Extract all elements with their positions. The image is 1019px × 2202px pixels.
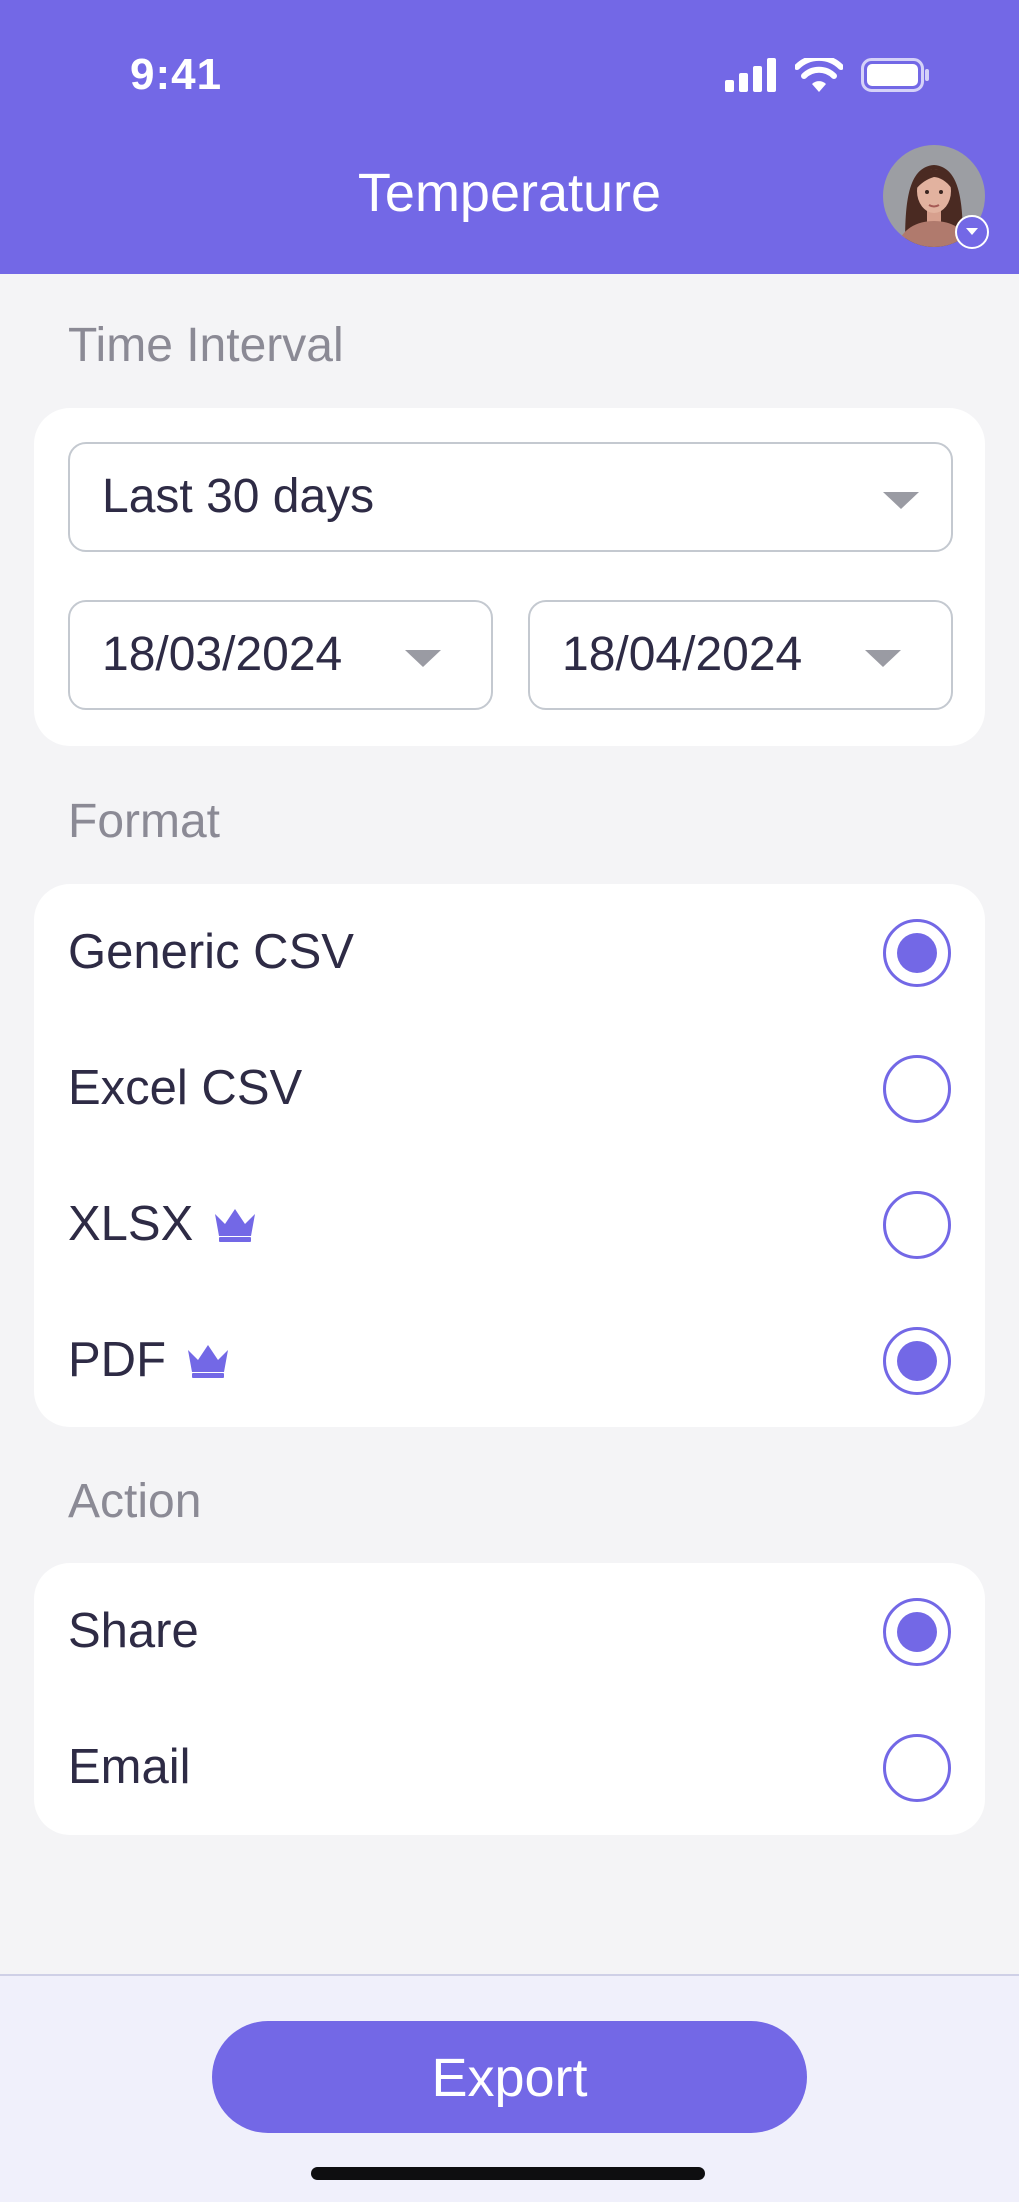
crown-icon	[215, 1209, 256, 1242]
time-interval-label: Time Interval	[68, 319, 344, 372]
action-option-email[interactable]: Email	[34, 1699, 985, 1835]
format-option-generic-csv[interactable]: Generic CSV	[34, 884, 985, 1020]
format-card: Generic CSV Excel CSV XLSX PDF	[34, 884, 985, 1427]
wifi-icon	[795, 58, 843, 92]
footer-bar: Export	[0, 1974, 1019, 2202]
home-indicator[interactable]	[311, 2167, 705, 2180]
battery-icon	[861, 58, 929, 92]
action-option-share[interactable]: Share	[34, 1563, 985, 1699]
radio-generic-csv[interactable]	[883, 919, 951, 987]
status-time: 9:41	[130, 50, 223, 99]
range-select-value: Last 30 days	[102, 470, 375, 523]
start-date-select[interactable]: 18/03/2024	[68, 600, 493, 710]
radio-email[interactable]	[883, 1734, 951, 1802]
format-option-excel-csv[interactable]: Excel CSV	[34, 1020, 985, 1156]
option-label: PDF	[68, 1333, 166, 1387]
time-interval-card: Last 30 days 18/03/2024 18/04/2024	[34, 408, 985, 746]
app-header: 9:41 Temperature	[0, 0, 1019, 274]
status-icons	[725, 58, 931, 92]
action-label: Action	[68, 1475, 202, 1528]
end-date-value: 18/04/2024	[562, 628, 803, 681]
radio-pdf[interactable]	[883, 1327, 951, 1395]
radio-selected-dot	[897, 1341, 937, 1381]
option-label: Email	[68, 1740, 191, 1794]
format-option-pdf[interactable]: PDF	[34, 1292, 985, 1428]
chevron-down-icon	[405, 650, 441, 667]
format-label: Format	[68, 795, 221, 848]
crown-icon	[188, 1345, 228, 1378]
export-button[interactable]: Export	[212, 2021, 807, 2133]
profile-button[interactable]	[883, 145, 989, 249]
chevron-down-icon	[883, 492, 919, 509]
end-date-select[interactable]: 18/04/2024	[528, 600, 953, 710]
format-option-xlsx[interactable]: XLSX	[34, 1156, 985, 1292]
range-select[interactable]: Last 30 days	[68, 442, 953, 552]
radio-selected-dot	[897, 933, 937, 973]
option-label: Share	[68, 1604, 199, 1658]
action-card: Share Email	[34, 1563, 985, 1835]
signal-icon	[725, 58, 776, 92]
radio-share[interactable]	[883, 1598, 951, 1666]
radio-selected-dot	[897, 1612, 937, 1652]
radio-xlsx[interactable]	[883, 1191, 951, 1259]
radio-excel-csv[interactable]	[883, 1055, 951, 1123]
chevron-down-icon[interactable]	[955, 215, 989, 249]
option-label: Generic CSV	[68, 925, 354, 979]
start-date-value: 18/03/2024	[102, 628, 343, 681]
page-title: Temperature	[357, 163, 662, 223]
option-label: XLSX	[68, 1197, 194, 1251]
chevron-down-icon	[865, 650, 901, 667]
option-label: Excel CSV	[68, 1061, 303, 1115]
